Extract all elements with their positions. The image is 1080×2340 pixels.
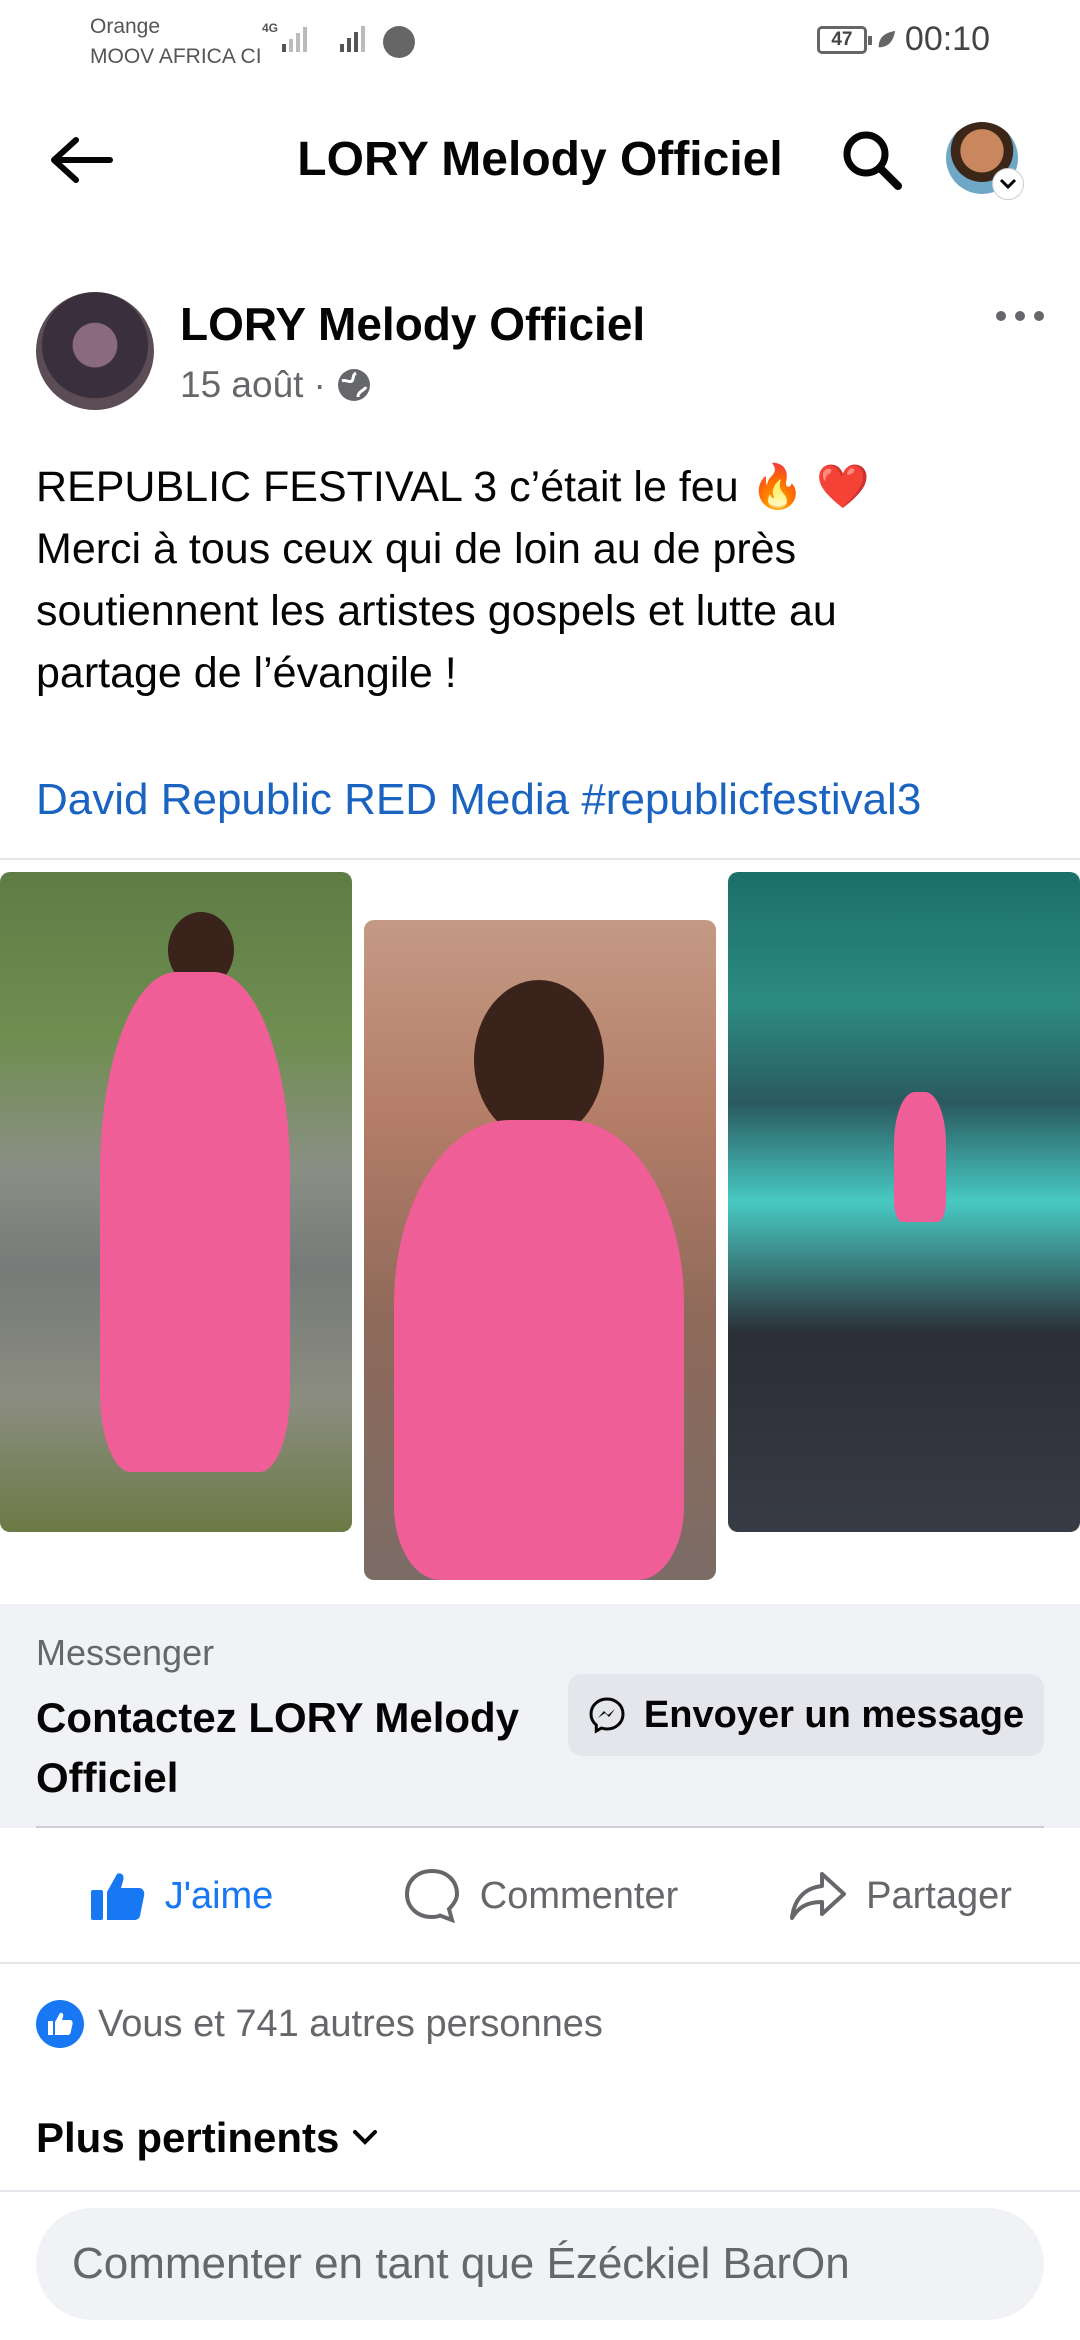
carrier-info: Orange MOOV AFRICA CI xyxy=(90,12,262,72)
messenger-icon xyxy=(589,1697,625,1734)
post-text-line: soutiennent les artistes gospels et lutt… xyxy=(36,587,837,635)
thumbs-up-icon xyxy=(90,1873,144,1920)
share-label: Partager xyxy=(866,1874,1012,1917)
share-button[interactable]: Partager xyxy=(720,1830,1080,1962)
page-title: LORY Melody Officiel xyxy=(297,133,783,186)
reactions-text: Vous et 741 autres personnes xyxy=(98,2002,603,2045)
post-author-name[interactable]: LORY Melody Officiel xyxy=(180,296,645,352)
post-text-line: REPUBLIC FESTIVAL 3 c’était le feu 🔥 ❤️ xyxy=(36,463,870,511)
comments-sort-dropdown[interactable]: Plus pertinents xyxy=(36,2114,379,2162)
like-button[interactable]: J'aime xyxy=(0,1830,360,1962)
post-text-line: partage de l’évangile ! xyxy=(36,649,457,697)
photo-subject-head xyxy=(474,980,604,1140)
messenger-contact-text: Contactez LORY Melody Officiel xyxy=(36,1694,520,1801)
post-photo-2[interactable] xyxy=(364,920,716,1580)
status-right: 47 00:10 xyxy=(816,20,990,59)
signal-4g-icon: 4G xyxy=(262,21,307,52)
meta-separator: · xyxy=(313,364,326,405)
carrier-2: MOOV AFRICA CI xyxy=(90,45,262,68)
photo-subject xyxy=(894,1092,946,1222)
send-message-label: Envoyer un message xyxy=(643,1693,1025,1736)
divider xyxy=(0,1962,1080,1964)
chevron-down-icon xyxy=(353,2130,378,2145)
page-header: LORY Melody Officiel xyxy=(0,84,1080,234)
leaf-icon xyxy=(878,30,896,47)
clock: 00:10 xyxy=(904,20,990,58)
post-photo-3[interactable] xyxy=(728,872,1080,1532)
messenger-label: Messenger xyxy=(36,1632,215,1673)
comment-button[interactable]: Commenter xyxy=(360,1830,720,1962)
search-icon xyxy=(843,131,902,190)
signal-icon xyxy=(340,26,365,52)
photo-subject xyxy=(394,1120,684,1580)
more-options-button[interactable] xyxy=(990,296,1050,336)
comment-label: Commenter xyxy=(479,1874,679,1917)
post-actions: J'aime Commenter Partager xyxy=(0,1830,1080,1962)
post-photo-1[interactable] xyxy=(0,872,352,1532)
divider xyxy=(0,2190,1080,2192)
status-bar: Orange MOOV AFRICA CI 4G 47 00:10 xyxy=(0,0,1080,84)
post-date[interactable]: 15 août xyxy=(180,362,303,408)
like-label: J'aime xyxy=(164,1874,274,1917)
reactions-summary[interactable]: Vous et 741 autres personnes xyxy=(36,2000,603,2048)
messenger-contact-section: Messenger Contactez LORY Melody Officiel… xyxy=(0,1604,1080,1828)
svg-text:4G: 4G xyxy=(262,21,278,35)
post-tags-link[interactable]: David Republic RED Media #republicfestiv… xyxy=(36,770,921,830)
divider xyxy=(0,858,1080,860)
post-meta: 15 août · xyxy=(180,362,372,408)
send-message-button[interactable]: Envoyer un message xyxy=(568,1674,1044,1756)
comment-input[interactable]: Commenter en tant que Ézéckiel BarOn xyxy=(36,2208,1044,2320)
messenger-notification-icon xyxy=(383,26,415,58)
more-icon xyxy=(996,311,1044,321)
photo-subject xyxy=(100,972,290,1472)
divider xyxy=(36,1826,1044,1828)
carrier-1: Orange xyxy=(90,15,161,38)
chevron-down-icon xyxy=(992,168,1024,200)
search-button[interactable] xyxy=(838,126,908,196)
battery-icon: 47 xyxy=(816,25,872,54)
comment-icon xyxy=(404,1868,459,1924)
post-body: REPUBLIC FESTIVAL 3 c’était le feu 🔥 ❤️ … xyxy=(36,456,1046,704)
globe-icon xyxy=(337,369,370,401)
comment-placeholder: Commenter en tant que Ézéckiel BarOn xyxy=(72,2239,850,2288)
post-text-line: Merci à tous ceux qui de loin au de près xyxy=(36,525,797,573)
like-reaction-icon xyxy=(36,2000,84,2048)
sort-label: Plus pertinents xyxy=(36,2114,340,2161)
post-author-avatar[interactable] xyxy=(36,292,154,410)
share-icon xyxy=(790,1872,847,1920)
profile-menu-button[interactable] xyxy=(946,122,1024,200)
